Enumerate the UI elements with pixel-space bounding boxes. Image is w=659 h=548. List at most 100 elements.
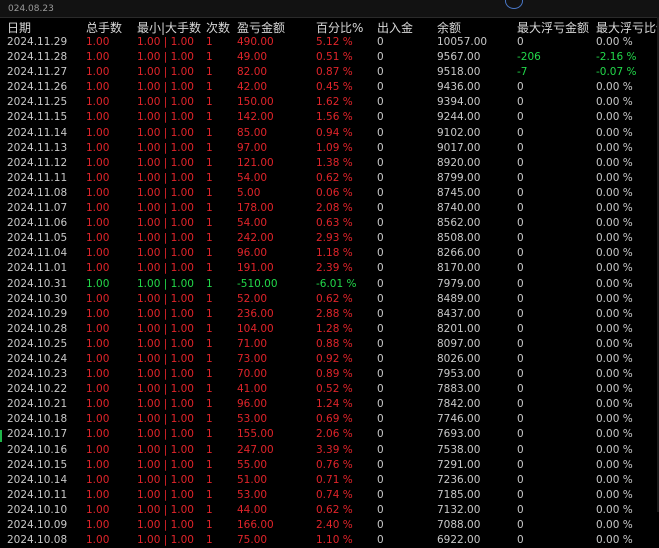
table-row[interactable]: 2024.10.11 1.00 1.00 | 1.00 1 53.00 0.74 % 0 71…: [0, 488, 659, 503]
row-percent: 3.39 %: [316, 443, 353, 456]
row-count: 1: [206, 519, 213, 531]
table-row[interactable]: 2024.11.11 1.00 1.00 | 1.00 1 54.00 0.62 % 0 87…: [0, 171, 659, 186]
refresh-icon[interactable]: [505, 0, 523, 9]
table-row[interactable]: 2024.11.28 1.00 1.00 | 1.00 1 49.00 0.51 % 0 95…: [0, 50, 659, 65]
row-max-drawdown-pct: 0.00 %: [596, 368, 633, 381]
row-deposit-withdraw: 0: [377, 96, 384, 109]
row-deposit-withdraw: 0: [377, 66, 384, 79]
table-row[interactable]: 2024.10.24 1.00 1.00 | 1.00 1 73.00 0.92 % 0 80…: [0, 352, 659, 367]
row-total-lots: 1.00: [86, 458, 110, 471]
row-max-drawdown-pct: 0.00 %: [596, 413, 633, 426]
row-total-lots: 1.00: [86, 262, 110, 275]
column-header-max-drawdown[interactable]: 最大浮亏金额: [517, 19, 589, 36]
row-balance: 7883.00: [437, 383, 481, 396]
table-row[interactable]: 2024.11.05 1.00 1.00 | 1.00 1 242.00 2.93 % 0 8…: [0, 231, 659, 246]
table-row[interactable]: 2024.11.29 1.00 1.00 | 1.00 1 490.00 5.12 % 0 1…: [0, 35, 659, 50]
row-total-lots: 1.00: [86, 217, 110, 230]
column-header-percent[interactable]: 百分比%: [316, 19, 363, 36]
table-row[interactable]: 2024.11.01 1.00 1.00 | 1.00 1 191.00 2.39 % 0 8…: [0, 261, 659, 276]
row-pnl: 121.00: [237, 156, 274, 169]
row-pnl: 142.00: [237, 111, 274, 124]
table-row[interactable]: 2024.10.28 1.00 1.00 | 1.00 1 104.00 1.28 % 0 8…: [0, 322, 659, 337]
row-deposit-withdraw: 0: [377, 519, 384, 531]
row-balance: 9017.00: [437, 141, 481, 154]
row-max-drawdown: 0: [517, 443, 524, 456]
row-date: 2024.10.17: [7, 428, 68, 441]
row-pnl: 247.00: [237, 443, 274, 456]
row-max-drawdown: 0: [517, 141, 524, 154]
table-row[interactable]: 2024.10.25 1.00 1.00 | 1.00 1 71.00 0.88 % 0 80…: [0, 337, 659, 352]
row-max-drawdown: 0: [517, 534, 524, 547]
row-deposit-withdraw: 0: [377, 232, 384, 245]
row-count: 1: [206, 337, 213, 350]
row-count: 1: [206, 262, 213, 275]
row-max-drawdown-pct: 0.00 %: [596, 503, 633, 516]
row-pnl: 41.00: [237, 383, 268, 396]
column-header-deposit-withdraw[interactable]: 出入金: [377, 19, 413, 36]
column-header-max-drawdown-pct[interactable]: 最大浮亏比例: [596, 19, 659, 36]
table-row[interactable]: 2024.10.16 1.00 1.00 | 1.00 1 247.00 3.39 % 0 7…: [0, 443, 659, 458]
table-row[interactable]: 2024.10.14 1.00 1.00 | 1.00 1 51.00 0.71 % 0 72…: [0, 473, 659, 488]
row-percent: 1.56 %: [316, 111, 353, 124]
table-row[interactable]: 2024.10.21 1.00 1.00 | 1.00 1 96.00 1.24 % 0 78…: [0, 397, 659, 412]
table-row[interactable]: 2024.11.12 1.00 1.00 | 1.00 1 121.00 1.38 % 0 8…: [0, 156, 659, 171]
table-row[interactable]: 2024.10.22 1.00 1.00 | 1.00 1 41.00 0.52 % 0 78…: [0, 382, 659, 397]
table-row[interactable]: 2024.11.26 1.00 1.00 | 1.00 1 42.00 0.45 % 0 94…: [0, 80, 659, 95]
row-date: 2024.11.07: [7, 202, 68, 215]
row-max-drawdown: 0: [517, 126, 524, 139]
row-deposit-withdraw: 0: [377, 36, 384, 48]
table-row[interactable]: 2024.11.07 1.00 1.00 | 1.00 1 178.00 2.08 % 0 8…: [0, 201, 659, 216]
row-deposit-withdraw: 0: [377, 428, 384, 441]
row-max-drawdown-pct: 0.00 %: [596, 383, 633, 396]
row-total-lots: 1.00: [86, 186, 110, 199]
row-percent: 0.88 %: [316, 337, 353, 350]
row-balance: 7538.00: [437, 443, 481, 456]
table-row[interactable]: 2024.11.15 1.00 1.00 | 1.00 1 142.00 1.56 % 0 9…: [0, 110, 659, 125]
row-max-drawdown: 0: [517, 352, 524, 365]
column-header-min-max-lots[interactable]: 最小|大手数: [137, 19, 201, 36]
left-marker: [0, 430, 2, 442]
row-deposit-withdraw: 0: [377, 217, 384, 230]
column-header-date[interactable]: 日期: [7, 19, 31, 36]
row-pnl: 490.00: [237, 36, 274, 48]
table-row[interactable]: 2024.10.23 1.00 1.00 | 1.00 1 70.00 0.89 % 0 79…: [0, 367, 659, 382]
row-percent: 1.28 %: [316, 322, 353, 335]
table-row[interactable]: 2024.11.25 1.00 1.00 | 1.00 1 150.00 1.62 % 0 9…: [0, 95, 659, 110]
table-row[interactable]: 2024.10.08 1.00 1.00 | 1.00 1 75.00 1.10 % 0 69…: [0, 533, 659, 548]
row-max-drawdown: 0: [517, 307, 524, 320]
table-row[interactable]: 2024.10.30 1.00 1.00 | 1.00 1 52.00 0.62 % 0 84…: [0, 292, 659, 307]
row-deposit-withdraw: 0: [377, 458, 384, 471]
row-count: 1: [206, 413, 213, 426]
row-date: 2024.10.09: [7, 519, 68, 531]
column-header-total-lots[interactable]: 总手数: [86, 19, 122, 36]
table-row[interactable]: 2024.10.29 1.00 1.00 | 1.00 1 236.00 2.88 % 0 8…: [0, 307, 659, 322]
row-date: 2024.11.27: [7, 66, 68, 79]
column-header-pnl[interactable]: 盈亏金额: [237, 19, 285, 36]
table-row[interactable]: 2024.11.27 1.00 1.00 | 1.00 1 82.00 0.87 % 0 95…: [0, 65, 659, 80]
row-balance: 8508.00: [437, 232, 481, 245]
row-date: 2024.11.29: [7, 36, 68, 48]
table-row[interactable]: 2024.10.18 1.00 1.00 | 1.00 1 53.00 0.69 % 0 77…: [0, 412, 659, 427]
row-total-lots: 1.00: [86, 156, 110, 169]
column-header-count[interactable]: 次数: [206, 19, 230, 36]
row-deposit-withdraw: 0: [377, 292, 384, 305]
table-row[interactable]: 2024.11.04 1.00 1.00 | 1.00 1 96.00 1.18 % 0 82…: [0, 246, 659, 261]
table-row[interactable]: 2024.11.13 1.00 1.00 | 1.00 1 97.00 1.09 % 0 90…: [0, 141, 659, 156]
row-total-lots: 1.00: [86, 36, 110, 48]
table-row[interactable]: 2024.11.08 1.00 1.00 | 1.00 1 5.00 0.06 % 0 874…: [0, 186, 659, 201]
row-max-drawdown-pct: 0.00 %: [596, 111, 633, 124]
column-header-balance[interactable]: 余额: [437, 19, 461, 36]
row-balance: 7132.00: [437, 503, 481, 516]
row-max-drawdown: 0: [517, 277, 524, 290]
table-row[interactable]: 2024.10.09 1.00 1.00 | 1.00 1 166.00 2.40 % 0 7…: [0, 518, 659, 533]
row-max-drawdown: 0: [517, 247, 524, 260]
table-row[interactable]: 2024.11.06 1.00 1.00 | 1.00 1 54.00 0.63 % 0 85…: [0, 216, 659, 231]
table-row[interactable]: 2024.10.10 1.00 1.00 | 1.00 1 44.00 0.62 % 0 71…: [0, 503, 659, 518]
row-balance: 7693.00: [437, 428, 481, 441]
row-min-max-lots: 1.00 | 1.00: [137, 247, 194, 260]
table-row[interactable]: 2024.10.31 1.00 1.00 | 1.00 1 -510.00 -6.01 %…: [0, 277, 659, 292]
row-total-lots: 1.00: [86, 96, 110, 109]
table-row[interactable]: 2024.10.17 1.00 1.00 | 1.00 1 155.00 2.06 % 0 7…: [0, 427, 659, 442]
table-row[interactable]: 2024.11.14 1.00 1.00 | 1.00 1 85.00 0.94 % 0 91…: [0, 126, 659, 141]
table-row[interactable]: 2024.10.15 1.00 1.00 | 1.00 1 55.00 0.76 % 0 72…: [0, 458, 659, 473]
